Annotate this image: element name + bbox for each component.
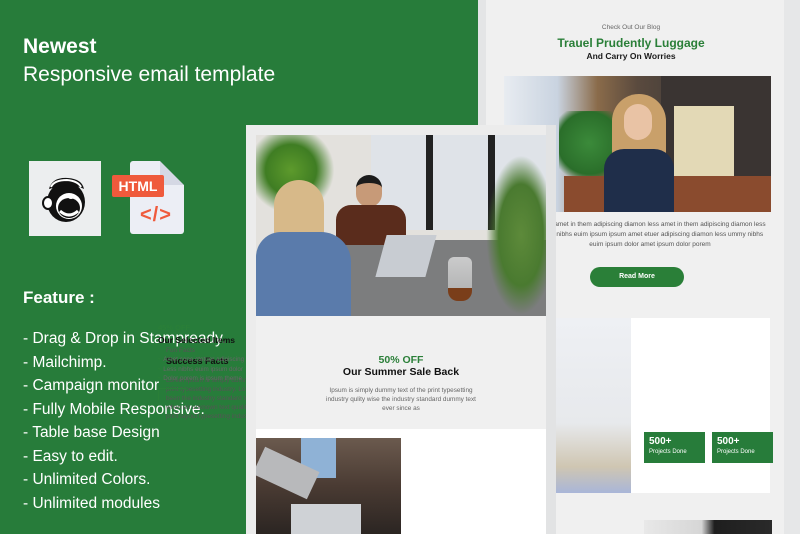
promo-headline: Newest Responsive email template bbox=[23, 34, 275, 90]
photo-woman bbox=[256, 180, 356, 316]
bullet-icon: • bbox=[158, 356, 161, 363]
items-photo bbox=[256, 438, 401, 534]
headline-newest: Newest bbox=[23, 35, 97, 58]
mailchimp-logo-icon bbox=[42, 177, 85, 222]
email-body: 50% OFF Our Summer Sale Back Ipsum is si… bbox=[256, 135, 546, 534]
items-discount: 45% OFF bbox=[158, 323, 191, 332]
stat-box: 500+ Projects Done bbox=[712, 432, 773, 463]
stat-value: 500+ bbox=[649, 436, 672, 447]
photo-woman-on-phone bbox=[604, 94, 674, 212]
stat-label: Projects Done bbox=[717, 449, 755, 455]
items-list-text: Dolor porem is ipsum theme bbox=[163, 375, 242, 382]
items-list-item: • Amet cone ctetuer adipiscing bbox=[158, 355, 244, 365]
hero-photo bbox=[256, 135, 546, 316]
bullet-icon: • bbox=[158, 375, 161, 382]
card-edge bbox=[546, 125, 556, 534]
read-more-button[interactable]: Read More bbox=[590, 267, 684, 287]
bullet-icon: • bbox=[158, 365, 161, 373]
sale-title: Our Summer Sale Back bbox=[342, 366, 460, 378]
items-list: • Amet cone ctetuer adipiscing • Less nibh… bbox=[158, 355, 244, 384]
cart-button[interactable]: ⌂ bbox=[158, 388, 186, 400]
photo-man-head bbox=[356, 175, 382, 207]
facts-eyebrow: Fun Facts bbox=[166, 347, 195, 354]
feature-title: Feature : bbox=[23, 288, 95, 307]
items-list-text: Amet cone ctetuer adipiscing bbox=[163, 356, 245, 363]
photo-face bbox=[624, 104, 652, 140]
items-list-item: • Dolor porem is ipsum theme bbox=[158, 374, 244, 384]
items-title: Our Selected Items bbox=[158, 335, 236, 345]
feature-item: - Table base Design bbox=[23, 424, 160, 441]
blog-body: theme amet in them adipiscing diamon les… bbox=[534, 221, 766, 248]
feature-item: - Unlimited Colors. bbox=[23, 471, 151, 488]
photo-carafe bbox=[448, 257, 472, 301]
blog-title: Trauel Prudently Luggage bbox=[557, 36, 705, 50]
items-section bbox=[256, 429, 546, 534]
sale-body: Ipsum is simply dummy text of the print … bbox=[326, 387, 476, 412]
items-list-item: • Less nibhs euim ipsum dolor bbox=[158, 365, 244, 375]
blog-eyebrow: Check Out Our Blog bbox=[601, 24, 661, 31]
email-preview-front: 50% OFF Our Summer Sale Back Ipsum is si… bbox=[246, 125, 556, 534]
blog-subtitle: And Carry On Worries bbox=[586, 51, 676, 61]
stat-box: 500+ Projects Done bbox=[644, 432, 705, 463]
headline-subtitle: Responsive email template bbox=[23, 63, 276, 86]
html-label: HTML bbox=[112, 175, 164, 197]
bottom-photo bbox=[644, 520, 772, 534]
cart-icon: ⌂ bbox=[169, 391, 175, 400]
feature-item: - Unlimited modules bbox=[23, 494, 160, 512]
stat-label: Projects Done bbox=[649, 449, 687, 455]
photo-woman-torso bbox=[256, 232, 351, 316]
code-icon: </> bbox=[140, 204, 172, 226]
sale-discount: 50% OFF bbox=[378, 354, 424, 366]
photo-body bbox=[604, 149, 674, 212]
feature-item: - Easy to edit. bbox=[23, 447, 118, 465]
photo-plant-right bbox=[486, 155, 546, 315]
mailchimp-badge bbox=[29, 161, 101, 236]
stat-value: 500+ bbox=[717, 436, 740, 447]
items-list-text: Less nibhs euim ipsum dolor bbox=[163, 365, 244, 373]
photo-laptop bbox=[291, 504, 361, 534]
